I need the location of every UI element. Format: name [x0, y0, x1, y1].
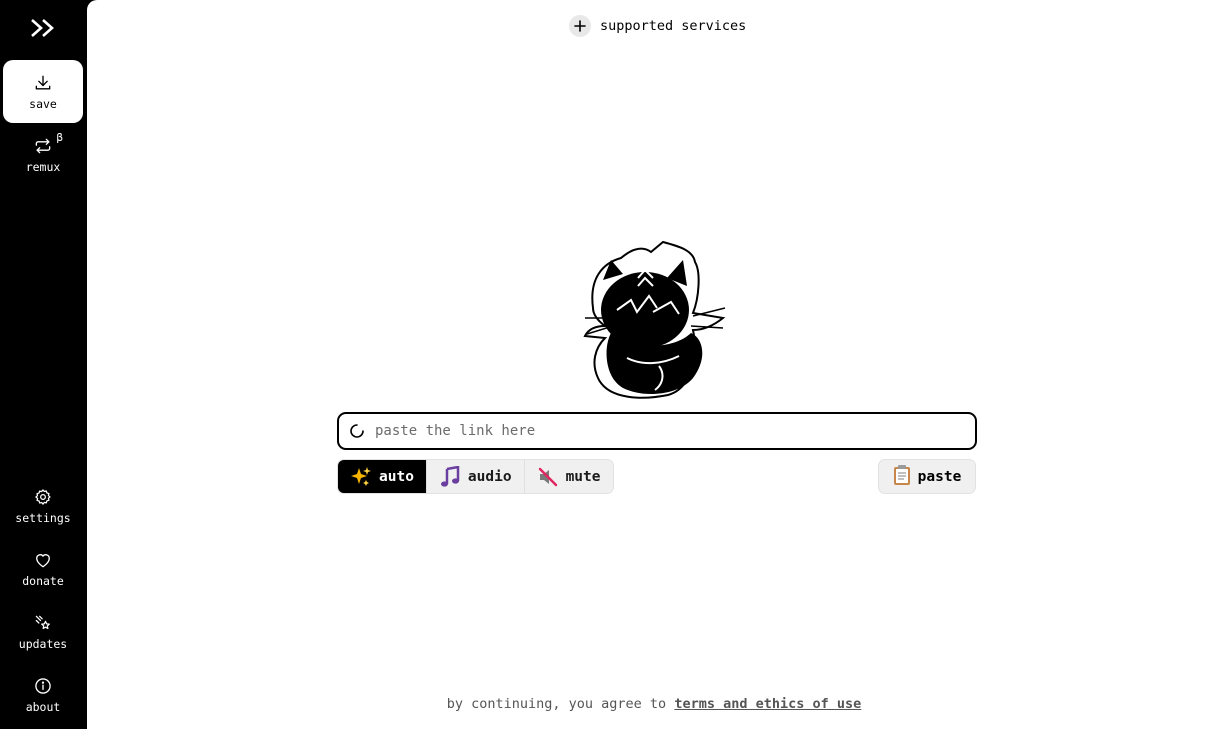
sidebar-item-donate[interactable]: donate [3, 537, 83, 600]
supported-services-label: supported services [600, 18, 747, 34]
supported-services-button[interactable]: supported services [569, 15, 746, 37]
mode-label: audio [467, 468, 512, 485]
gear-icon [35, 488, 51, 505]
sidebar-item-label: donate [22, 573, 64, 588]
clipboard-icon [893, 464, 911, 490]
mode-label: mute [565, 468, 601, 485]
beta-badge: β [56, 131, 63, 144]
music-notes-icon [439, 465, 461, 488]
plus-icon [569, 15, 591, 37]
main-content: supported services auto [87, 0, 1221, 729]
mode-auto-button[interactable]: auto [338, 460, 426, 493]
repeat-icon [35, 138, 51, 153]
muted-icon [537, 466, 559, 488]
logo-icon[interactable] [27, 14, 59, 42]
heart-icon [36, 553, 50, 567]
sidebar-item-label: settings [15, 510, 71, 525]
paste-label: paste [917, 468, 962, 485]
download-mode-group: auto audio mute [337, 459, 614, 494]
sidebar: save remux β settings donate updates abo… [0, 0, 87, 729]
mode-mute-button[interactable]: mute [523, 460, 613, 493]
terms-link[interactable]: terms and ethics of use [674, 696, 861, 712]
loading-spinner-icon [350, 424, 364, 438]
paste-button[interactable]: paste [878, 459, 976, 494]
sidebar-item-settings[interactable]: settings [3, 474, 83, 537]
sidebar-item-updates[interactable]: updates [3, 600, 83, 663]
sidebar-item-remux[interactable]: remux β [3, 123, 83, 186]
mode-label: auto [379, 468, 414, 485]
terms-prefix: by continuing, you agree to [446, 696, 667, 712]
cat-mascot-image [583, 240, 726, 399]
sparkles-icon [350, 466, 372, 488]
sidebar-item-label: updates [18, 636, 68, 651]
url-input-container[interactable] [337, 412, 977, 450]
sparkle-comet-icon [35, 615, 50, 629]
sidebar-item-label: about [25, 699, 61, 714]
sidebar-item-label: save [29, 96, 57, 111]
info-icon [35, 677, 51, 694]
sidebar-item-label: remux [25, 159, 61, 174]
download-icon [35, 75, 51, 89]
url-input[interactable] [375, 414, 955, 448]
sidebar-item-about[interactable]: about [3, 663, 83, 726]
mode-audio-button[interactable]: audio [425, 460, 524, 493]
sidebar-item-save[interactable]: save [3, 60, 83, 123]
app-window: save remux β settings donate updates abo… [0, 0, 1221, 729]
terms-footer: by continuing, you agree to terms and et… [87, 696, 1221, 712]
